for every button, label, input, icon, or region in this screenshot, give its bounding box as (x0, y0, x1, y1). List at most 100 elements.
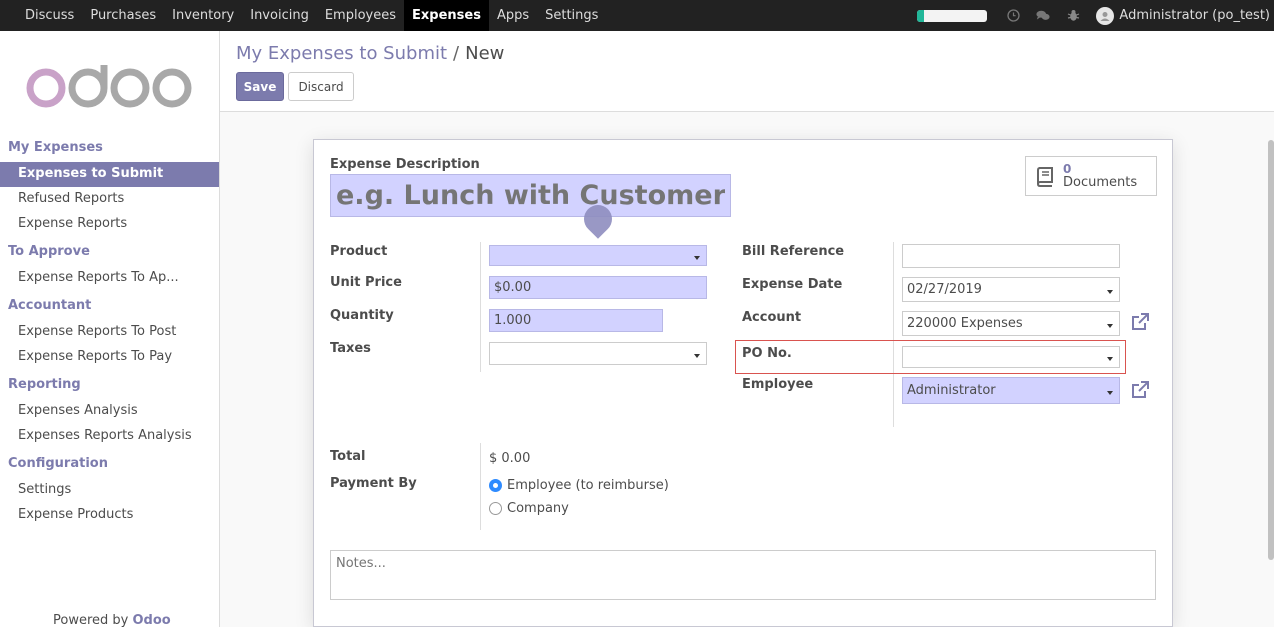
totals-divider (480, 443, 481, 530)
account-value: 220000 Expenses (907, 316, 1023, 331)
taxes-select[interactable] (489, 342, 707, 365)
discard-button[interactable]: Discard (288, 72, 354, 101)
sidebar-menu: My Expenses Expenses to Submit Refused R… (0, 138, 219, 528)
systray: Administrator (po_test) (917, 0, 1274, 31)
total-value: $ 0.00 (489, 451, 531, 466)
powered-by-brand-link[interactable]: Odoo (133, 613, 171, 627)
sidebar-item-expense-reports-to-pay[interactable]: Expense Reports To Pay (0, 345, 219, 370)
onboarding-progress-bar[interactable] (917, 9, 988, 22)
radio-unchecked-icon (489, 502, 502, 515)
section-reporting: Reporting (8, 377, 81, 392)
top-navbar: Discuss Purchases Inventory Invoicing Em… (0, 0, 1274, 31)
progress-fill (917, 9, 925, 22)
avatar (1096, 6, 1115, 25)
form-view: Expense Description 0 Documents Product … (220, 112, 1274, 627)
sidebar-item-expenses-to-submit[interactable]: Expenses to Submit (0, 162, 219, 187)
bug-icon[interactable] (1066, 9, 1080, 23)
sidebar-item-expense-reports-to-approve[interactable]: Expense Reports To Ap... (0, 266, 219, 291)
documents-button[interactable]: 0 Documents (1025, 156, 1157, 196)
user-name: Administrator (po_test) (1119, 8, 1270, 23)
documents-count: 0 (1063, 162, 1072, 176)
chevron-down-icon (1107, 289, 1113, 294)
left-group-divider (480, 242, 481, 372)
odoo-logo-icon[interactable] (26, 65, 194, 111)
menu-invoicing[interactable]: Invoicing (242, 0, 317, 31)
account-label: Account (742, 310, 802, 325)
employee-value: Administrator (907, 383, 996, 398)
sidebar: My Expenses Expenses to Submit Refused R… (0, 31, 220, 627)
description-label: Expense Description (330, 157, 480, 172)
chat-icon[interactable] (1036, 9, 1050, 23)
menu-purchases[interactable]: Purchases (82, 0, 164, 31)
expense-date-input[interactable]: 02/27/2019 (902, 277, 1120, 302)
radio-checked-icon (489, 479, 502, 492)
unit-price-value: $0.00 (494, 280, 532, 295)
payment-option-company: Company (507, 501, 569, 516)
section-my-expenses: My Expenses (8, 140, 103, 155)
chevron-down-icon (694, 255, 700, 260)
sidebar-item-expenses-analysis[interactable]: Expenses Analysis (0, 399, 219, 424)
user-menu[interactable]: Administrator (po_test) (1096, 6, 1274, 25)
breadcrumb-separator: / (453, 43, 460, 64)
powered-by-prefix: Powered by (53, 613, 129, 627)
employee-label: Employee (742, 377, 814, 392)
product-select[interactable] (489, 245, 707, 266)
menu-apps[interactable]: Apps (489, 0, 537, 31)
chevron-down-icon (1107, 357, 1113, 361)
sidebar-item-refused-reports[interactable]: Refused Reports (0, 187, 219, 212)
breadcrumb: My Expenses to Submit / New (236, 43, 504, 64)
app-menu: Discuss Purchases Inventory Invoicing Em… (0, 0, 606, 31)
menu-discuss[interactable]: Discuss (17, 0, 82, 31)
bill-reference-label: Bill Reference (742, 244, 845, 259)
quantity-label: Quantity (330, 308, 394, 323)
book-icon (1036, 167, 1053, 187)
external-link-icon[interactable] (1130, 380, 1150, 400)
product-label: Product (330, 244, 388, 259)
payment-by-label: Payment By (330, 476, 417, 491)
unit-price-label: Unit Price (330, 275, 402, 290)
documents-stat: 0 Documents (1063, 162, 1137, 190)
documents-label: Documents (1063, 175, 1138, 190)
quantity-value: 1.000 (494, 313, 532, 328)
form-sheet: Expense Description 0 Documents Product … (313, 139, 1173, 627)
control-panel: My Expenses to Submit / New Save Discard (220, 31, 1274, 112)
save-button[interactable]: Save (236, 72, 284, 101)
po-number-select[interactable] (902, 346, 1120, 368)
external-link-icon[interactable] (1130, 312, 1150, 332)
chevron-down-icon (694, 353, 700, 358)
po-number-label: PO No. (742, 346, 792, 361)
menu-inventory[interactable]: Inventory (164, 0, 242, 31)
section-accountant: Accountant (8, 298, 92, 313)
menu-settings[interactable]: Settings (537, 0, 606, 31)
clock-icon[interactable] (1006, 9, 1020, 23)
chevron-down-icon (1107, 323, 1113, 328)
employee-select[interactable]: Administrator (902, 377, 1120, 404)
bill-reference-input[interactable] (902, 244, 1120, 268)
sidebar-item-settings[interactable]: Settings (0, 478, 219, 503)
payment-radio-company[interactable]: Company (489, 501, 569, 516)
total-label: Total (330, 449, 366, 464)
account-select[interactable]: 220000 Expenses (902, 311, 1120, 336)
sidebar-item-expenses-reports-analysis[interactable]: Expenses Reports Analysis (0, 424, 219, 449)
scrollbar[interactable] (1268, 140, 1274, 560)
payment-option-employee: Employee (to reimburse) (507, 478, 669, 493)
notes-textarea[interactable] (330, 550, 1156, 600)
sidebar-item-expense-reports[interactable]: Expense Reports (0, 212, 219, 237)
expense-date-label: Expense Date (742, 277, 843, 292)
unit-price-input[interactable]: $0.00 (489, 276, 707, 299)
breadcrumb-parent-link[interactable]: My Expenses to Submit (236, 43, 447, 64)
expense-date-value: 02/27/2019 (907, 282, 982, 297)
section-configuration: Configuration (8, 456, 108, 471)
taxes-label: Taxes (330, 341, 371, 356)
right-group-divider (893, 242, 894, 427)
chevron-down-icon (1107, 390, 1113, 395)
quantity-input[interactable]: 1.000 (489, 309, 663, 332)
menu-employees[interactable]: Employees (317, 0, 404, 31)
description-input[interactable] (330, 174, 731, 217)
menu-expenses[interactable]: Expenses (404, 0, 489, 31)
powered-by: Powered by Odoo (53, 613, 171, 627)
sidebar-item-expense-reports-to-post[interactable]: Expense Reports To Post (0, 320, 219, 345)
payment-radio-employee[interactable]: Employee (to reimburse) (489, 478, 669, 493)
sidebar-item-expense-products[interactable]: Expense Products (0, 503, 219, 528)
breadcrumb-current: New (465, 43, 505, 64)
